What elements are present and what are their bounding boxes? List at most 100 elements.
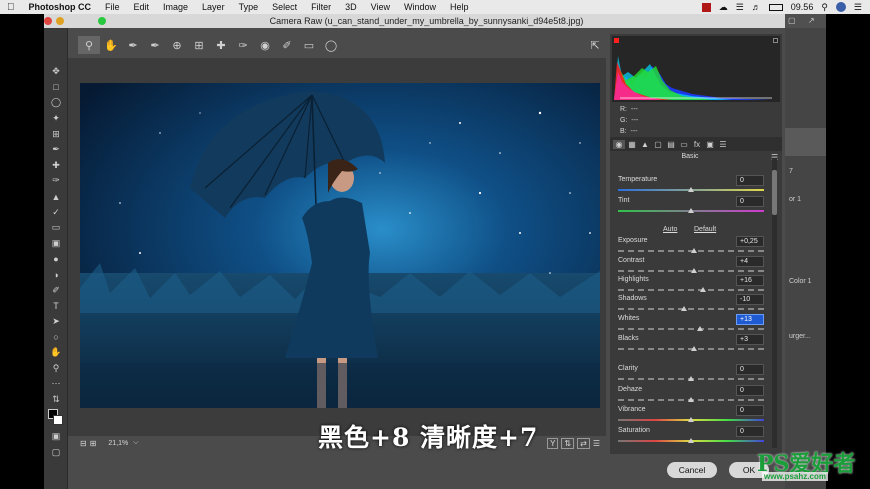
eraser-tool-icon[interactable]: ▭ bbox=[44, 220, 68, 236]
tab-split-toning-icon[interactable]: ▤ bbox=[665, 140, 677, 149]
slider-thumb-contrast[interactable] bbox=[690, 268, 697, 273]
move-tool-icon[interactable]: ✥ bbox=[44, 64, 68, 80]
path-select-tool-icon[interactable]: ➤ bbox=[44, 314, 68, 330]
straighten-icon[interactable]: ✚ bbox=[210, 36, 232, 54]
slider-value-dehaze[interactable]: 0 bbox=[736, 385, 764, 396]
slider-value-saturation[interactable]: 0 bbox=[736, 426, 764, 437]
color-sampler-icon[interactable]: ✒ bbox=[144, 36, 166, 54]
zoom-in-icon[interactable]: ⊞ bbox=[90, 439, 97, 448]
quick-select-tool-icon[interactable]: ✦ bbox=[44, 111, 68, 127]
eyedropper-tool-icon[interactable]: ✒ bbox=[44, 142, 68, 158]
type-tool-icon[interactable]: T bbox=[44, 298, 68, 314]
crop-tool-icon[interactable]: ⊞ bbox=[44, 126, 68, 142]
slider-value-highlights[interactable]: +16 bbox=[736, 275, 764, 286]
more-tools-icon[interactable]: ⋯ bbox=[44, 376, 68, 392]
crop-icon[interactable]: ⊞ bbox=[188, 36, 210, 54]
screen-mode-icon[interactable]: ▢ bbox=[44, 445, 68, 461]
tab-effects-icon[interactable]: fx bbox=[691, 140, 703, 149]
slider-track-shadows[interactable] bbox=[618, 308, 764, 310]
slider-thumb-temperature[interactable] bbox=[688, 187, 694, 192]
recording-icon[interactable] bbox=[701, 2, 711, 12]
target-adjust-icon[interactable]: ⊕ bbox=[166, 36, 188, 54]
default-link[interactable]: Default bbox=[694, 226, 716, 233]
swap-colors-icon[interactable]: ⇅ bbox=[44, 391, 68, 407]
slider-thumb-vibrance[interactable] bbox=[688, 417, 694, 422]
menu-window[interactable]: Window bbox=[397, 2, 443, 12]
copy-settings-icon[interactable]: ⇄ bbox=[577, 437, 590, 449]
menu-edit[interactable]: Edit bbox=[127, 2, 157, 12]
menu-filter[interactable]: Filter bbox=[304, 2, 338, 12]
quick-mask-icon[interactable]: ▣ bbox=[44, 429, 68, 445]
lasso-tool-icon[interactable]: ◯ bbox=[44, 95, 68, 111]
shape-tool-icon[interactable]: ○ bbox=[44, 329, 68, 345]
tab-basic-icon[interactable]: ◉ bbox=[613, 139, 625, 149]
apple-icon[interactable]:  bbox=[0, 2, 22, 13]
dodge-tool-icon[interactable]: ◑ bbox=[44, 267, 68, 283]
slider-thumb-tint[interactable] bbox=[688, 208, 694, 213]
healing-brush-tool-icon[interactable]: ✚ bbox=[44, 158, 68, 174]
zoom-icon[interactable]: ⚲ bbox=[78, 36, 100, 54]
open-preferences-icon[interactable]: ⇱ bbox=[584, 36, 606, 54]
creative-cloud-icon[interactable]: ☁ bbox=[719, 2, 728, 13]
notification-center-icon[interactable]: ☰ bbox=[854, 2, 862, 13]
history-brush-tool-icon[interactable]: ✓ bbox=[44, 204, 68, 220]
tab-detail-icon[interactable]: ▲ bbox=[639, 140, 651, 149]
preview-image[interactable] bbox=[80, 83, 600, 408]
before-after-swap-icon[interactable]: ⇅ bbox=[561, 437, 575, 449]
before-after-y-icon[interactable]: Y bbox=[547, 437, 559, 449]
slider-value-whites[interactable]: +13 bbox=[736, 314, 764, 325]
share-icon[interactable]: ↗ bbox=[808, 16, 815, 25]
white-balance-icon[interactable]: ✒ bbox=[122, 36, 144, 54]
slider-thumb-blacks[interactable] bbox=[690, 346, 697, 351]
menu-select[interactable]: Select bbox=[265, 2, 304, 12]
slider-value-tint[interactable]: 0 bbox=[736, 196, 764, 207]
background-color-swatch[interactable] bbox=[53, 415, 63, 426]
slider-thumb-saturation[interactable] bbox=[688, 438, 694, 443]
scrollbar-thumb[interactable] bbox=[772, 170, 777, 215]
menu-3d[interactable]: 3D bbox=[338, 2, 364, 12]
color-swatches[interactable] bbox=[44, 407, 68, 429]
minimize-window-button[interactable] bbox=[56, 17, 64, 25]
blur-tool-icon[interactable]: ● bbox=[44, 251, 68, 267]
tab-hsl-icon[interactable]: ▢ bbox=[652, 140, 664, 149]
zoom-out-icon[interactable]: ⊟ bbox=[80, 439, 87, 448]
menu-view[interactable]: View bbox=[364, 2, 397, 12]
slider-value-vibrance[interactable]: 0 bbox=[736, 405, 764, 416]
red-eye-icon[interactable]: ◉ bbox=[254, 36, 276, 54]
tab-tone-curve-icon[interactable]: ▦ bbox=[626, 140, 638, 149]
hand-tool-icon[interactable]: ✋ bbox=[44, 345, 68, 361]
slider-thumb-exposure[interactable] bbox=[690, 248, 697, 253]
menu-image[interactable]: Image bbox=[156, 2, 195, 12]
slider-value-temperature[interactable]: 0 bbox=[736, 175, 764, 186]
slider-value-exposure[interactable]: +0,25 bbox=[736, 236, 764, 247]
menu-layer[interactable]: Layer bbox=[195, 2, 232, 12]
slider-value-clarity[interactable]: 0 bbox=[736, 364, 764, 375]
app-menu[interactable]: Photoshop CC bbox=[22, 2, 99, 12]
zoom-window-button[interactable] bbox=[98, 17, 106, 25]
panel-scrollbar[interactable] bbox=[772, 158, 777, 448]
auto-link[interactable]: Auto bbox=[663, 226, 677, 233]
zoom-dropdown-icon[interactable]: ⌵ bbox=[133, 439, 138, 447]
workspace-icon[interactable]: ▢ bbox=[788, 16, 796, 25]
close-window-button[interactable] bbox=[44, 17, 52, 25]
brush-tool-icon[interactable]: ✑ bbox=[44, 173, 68, 189]
zoom-tool-icon[interactable]: ⚲ bbox=[44, 360, 68, 376]
shadow-clipping-warning-icon[interactable] bbox=[614, 38, 619, 43]
menu-type[interactable]: Type bbox=[232, 2, 266, 12]
slider-value-contrast[interactable]: +4 bbox=[736, 256, 764, 267]
clone-stamp-tool-icon[interactable]: ▲ bbox=[44, 189, 68, 205]
slider-thumb-shadows[interactable] bbox=[680, 306, 687, 311]
marquee-tool-icon[interactable]: □ bbox=[44, 80, 68, 96]
wifi-icon[interactable]: ☰ bbox=[736, 2, 744, 13]
tab-camera-calibration-icon[interactable]: ▣ bbox=[704, 140, 716, 149]
tab-lens-icon[interactable]: ▭ bbox=[678, 140, 690, 149]
slider-track-whites[interactable] bbox=[618, 328, 764, 330]
slider-thumb-dehaze[interactable] bbox=[688, 397, 694, 402]
slider-thumb-clarity[interactable] bbox=[688, 376, 694, 381]
slider-value-shadows[interactable]: -10 bbox=[736, 294, 764, 305]
battery-icon[interactable] bbox=[768, 3, 783, 11]
graduated-filter-icon[interactable]: ▭ bbox=[298, 36, 320, 54]
highlight-clipping-warning-icon[interactable] bbox=[773, 38, 778, 43]
pen-tool-icon[interactable]: ✐ bbox=[44, 282, 68, 298]
slider-thumb-whites[interactable] bbox=[696, 326, 703, 331]
